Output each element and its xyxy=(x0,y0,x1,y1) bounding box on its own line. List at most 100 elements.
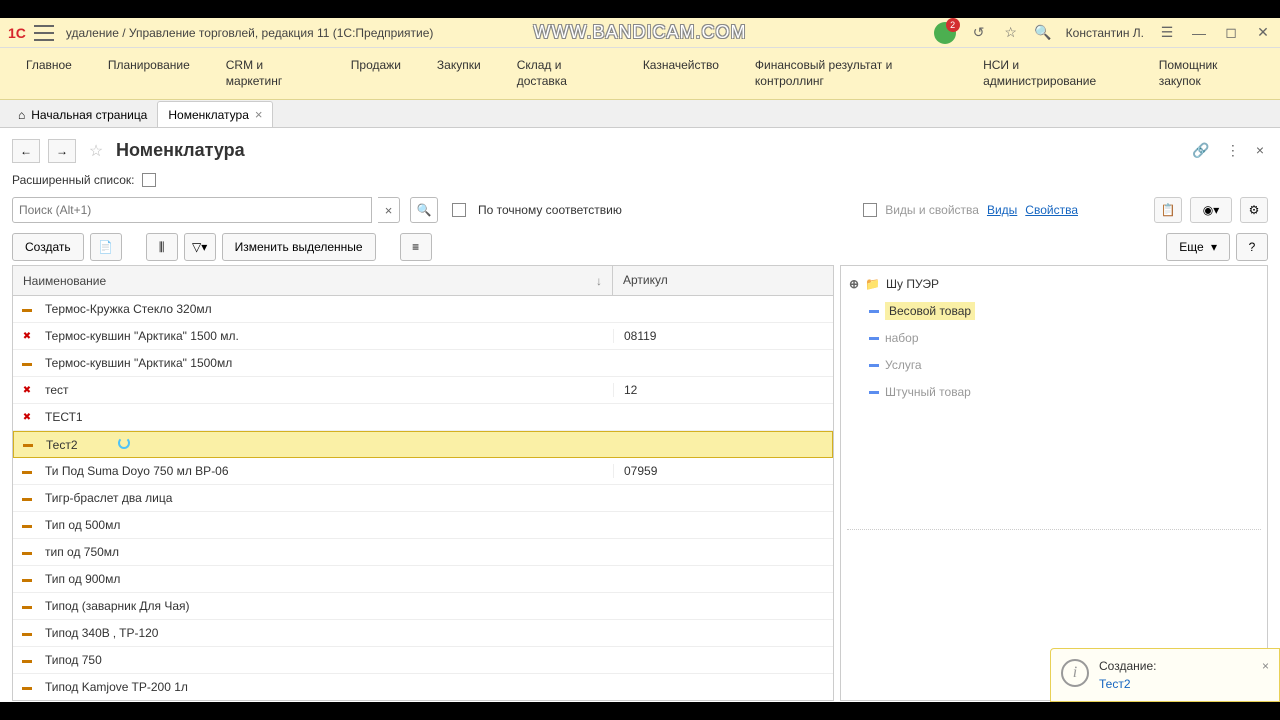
tree-label: Штучный товар xyxy=(885,385,971,399)
table-row[interactable]: ▬Тигр-браслет два лица xyxy=(13,485,833,512)
col-name[interactable]: Наименование↓ xyxy=(13,266,613,295)
barcode-button[interactable]: ⫼ xyxy=(146,233,178,261)
menu-sales[interactable]: Продажи xyxy=(333,48,419,99)
watermark: WWW.BANDICAM.COM xyxy=(534,22,747,43)
copy-button[interactable]: 📋 xyxy=(1154,197,1182,223)
tree-label: Шу ПУЭР xyxy=(886,277,939,291)
row-icon: ✖ xyxy=(13,331,41,342)
copy-item-button[interactable]: 📄 xyxy=(90,233,122,261)
tree-label: набор xyxy=(885,331,919,345)
more-icon[interactable]: ⋮ xyxy=(1222,138,1244,163)
menu-nsi[interactable]: НСИ и администрирование xyxy=(965,48,1141,99)
table-row[interactable]: ▬Тип од 500мл xyxy=(13,512,833,539)
exact-checkbox[interactable] xyxy=(452,203,466,217)
menu-purchases[interactable]: Закупки xyxy=(419,48,499,99)
tree-item[interactable]: ▬ Весовой товар xyxy=(841,297,1267,324)
status-dropdown[interactable]: ◉▾ xyxy=(1190,197,1232,223)
table-row[interactable]: ✖Термос-кувшин "Арктика" 1500 мл.08119 xyxy=(13,323,833,350)
close-page-icon[interactable]: × xyxy=(1252,138,1268,163)
row-name: Тип од 900мл xyxy=(41,572,613,586)
table-row[interactable]: ▬Термос-кувшин "Арктика" 1500мл xyxy=(13,350,833,377)
tree-item[interactable]: ⊕ 📁 Шу ПУЭР xyxy=(841,270,1267,297)
hamburger-icon[interactable] xyxy=(34,25,54,41)
menu-warehouse[interactable]: Склад и доставка xyxy=(499,48,625,99)
exact-label: По точному соответствию xyxy=(478,203,622,217)
menu-crm[interactable]: CRM и маркетинг xyxy=(208,48,333,99)
back-button[interactable]: ← xyxy=(12,139,40,163)
row-name: Термос-кувшин "Арктика" 1500 мл. xyxy=(41,329,613,343)
globe-icon[interactable]: 2 xyxy=(934,22,956,44)
search-button[interactable]: 🔍 xyxy=(410,197,438,223)
row-name: Типод Kamjove TP-200 1л xyxy=(41,680,613,694)
menu-assistant[interactable]: Помощник закупок xyxy=(1141,48,1272,99)
main-table: Наименование↓ Артикул ▬Термос-Кружка Сте… xyxy=(12,265,834,701)
tree-label: Весовой товар xyxy=(885,302,975,320)
favorite-button[interactable]: ☆ xyxy=(84,139,108,163)
settings-icon[interactable]: ☰ xyxy=(1158,24,1176,42)
tab-nomenclature[interactable]: Номенклатура× xyxy=(157,101,273,127)
expand-icon[interactable]: ⊕ xyxy=(849,277,859,291)
notification: i Создание: Тест2 × xyxy=(1050,648,1280,702)
types-label: Виды и свойства xyxy=(885,203,979,217)
gear-button[interactable]: ⚙ xyxy=(1240,197,1268,223)
star-icon[interactable]: ☆ xyxy=(1002,24,1020,42)
row-name: Типод (заварник Для Чая) xyxy=(41,599,613,613)
history-icon[interactable]: ↺ xyxy=(970,24,988,42)
list-button[interactable]: ≡ xyxy=(400,233,432,261)
row-name: ТЕСТ1 xyxy=(41,410,613,424)
row-icon: ▬ xyxy=(13,304,41,315)
close-icon[interactable]: ✕ xyxy=(1254,24,1272,42)
tab-close-icon[interactable]: × xyxy=(255,107,263,122)
username: Константин Л. xyxy=(1066,26,1144,40)
edit-selected-button[interactable]: Изменить выделенные xyxy=(222,233,376,261)
table-row[interactable]: ▬Типод 340В ‚ ТР-120 xyxy=(13,620,833,647)
menu-finance[interactable]: Финансовый результат и контроллинг xyxy=(737,48,965,99)
types-link[interactable]: Виды xyxy=(987,203,1017,217)
tree-item[interactable]: ▬Штучный товар xyxy=(841,378,1267,405)
row-article: 12 xyxy=(613,383,833,397)
item-icon: ▬ xyxy=(869,332,879,343)
table-row[interactable]: ▬Типод (заварник Для Чая) xyxy=(13,593,833,620)
table-row[interactable]: ▬Типод 750 xyxy=(13,647,833,674)
table-row[interactable]: ▬Тип од 900мл xyxy=(13,566,833,593)
props-link[interactable]: Свойства xyxy=(1025,203,1078,217)
menu-planning[interactable]: Планирование xyxy=(90,48,208,99)
notif-link[interactable]: Тест2 xyxy=(1099,677,1252,691)
row-icon: ▬ xyxy=(13,628,41,639)
maximize-icon[interactable]: ◻ xyxy=(1222,24,1240,42)
tree-item[interactable]: ▬Услуга xyxy=(841,351,1267,378)
types-checkbox[interactable] xyxy=(863,203,877,217)
link-icon[interactable]: 🔗 xyxy=(1188,138,1213,163)
help-button[interactable]: ? xyxy=(1236,233,1268,261)
table-row[interactable]: ▬тип од 750мл xyxy=(13,539,833,566)
notif-close-icon[interactable]: × xyxy=(1262,659,1269,691)
table-row[interactable]: ▬Тест2 xyxy=(13,431,833,458)
logo: 1C xyxy=(8,25,26,41)
item-icon: ▬ xyxy=(869,305,879,316)
menu-treasury[interactable]: Казначейство xyxy=(625,48,737,99)
table-row[interactable]: ▬Термос-Кружка Стекло 320мл xyxy=(13,296,833,323)
filter-button[interactable]: ▽▾ xyxy=(184,233,216,261)
forward-button[interactable]: → xyxy=(48,139,76,163)
row-icon: ✖ xyxy=(13,385,41,396)
extlist-checkbox[interactable] xyxy=(142,173,156,187)
menu-main[interactable]: Главное xyxy=(8,48,90,99)
table-row[interactable]: ✖ТЕСТ1 xyxy=(13,404,833,431)
row-icon: ▬ xyxy=(13,493,41,504)
clear-search-button[interactable]: × xyxy=(378,197,400,223)
tree-item[interactable]: ▬ набор xyxy=(841,324,1267,351)
folder-icon: 📁 xyxy=(865,277,880,291)
search-input[interactable] xyxy=(12,197,372,223)
row-name: Тигр-браслет два лица xyxy=(41,491,613,505)
tab-home[interactable]: ⌂Начальная страница xyxy=(8,103,157,127)
table-row[interactable]: ✖тест12 xyxy=(13,377,833,404)
minimize-icon[interactable]: — xyxy=(1190,24,1208,42)
search-icon[interactable]: 🔍 xyxy=(1034,24,1052,42)
row-icon: ▬ xyxy=(13,547,41,558)
col-article[interactable]: Артикул xyxy=(613,266,833,295)
create-button[interactable]: Создать xyxy=(12,233,84,261)
table-row[interactable]: ▬Типод Kamjove TP-200 1л xyxy=(13,674,833,700)
extlist-label: Расширенный список: xyxy=(12,173,134,187)
more-button[interactable]: Еще ▾ xyxy=(1166,233,1230,261)
table-row[interactable]: ▬Ти Под Suma Doyo 750 мл BP-0607959 xyxy=(13,458,833,485)
